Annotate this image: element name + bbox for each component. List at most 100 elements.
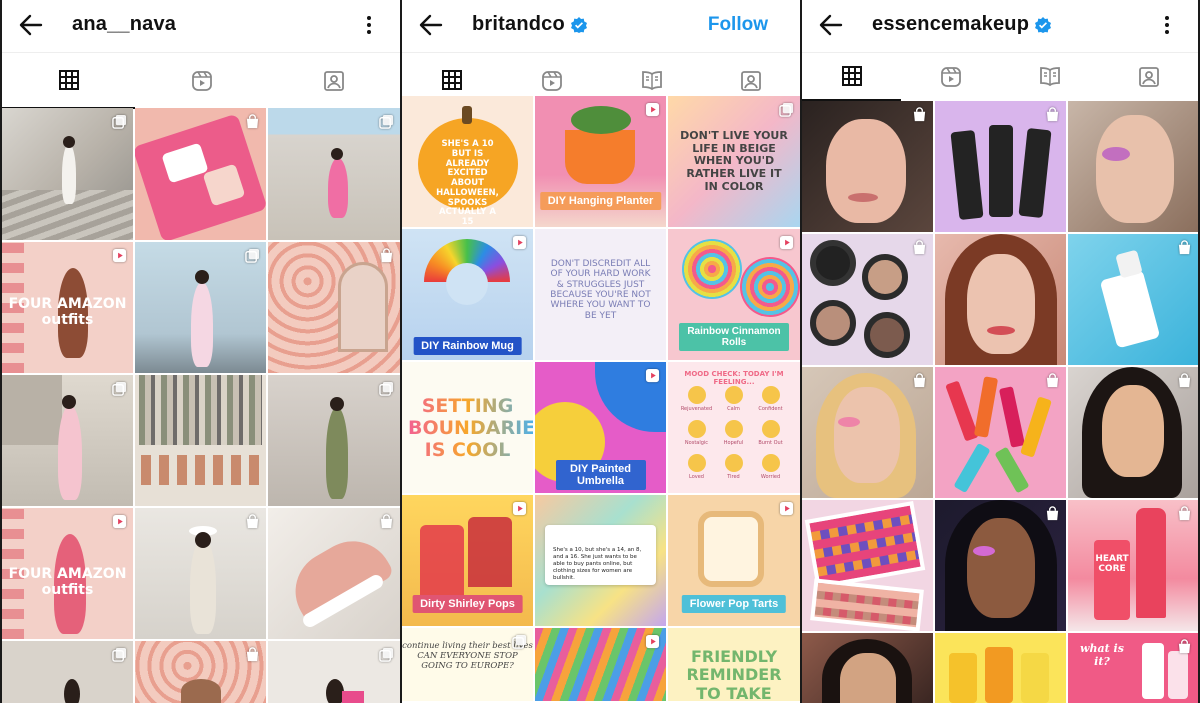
tab-reels[interactable]: [135, 53, 268, 109]
shopping-bag-icon: [1177, 240, 1192, 255]
follow-button[interactable]: Follow: [708, 14, 768, 36]
verified-badge-icon: [1035, 16, 1052, 33]
post-thumbnail[interactable]: HEART CORE: [1068, 500, 1198, 631]
emoji-face-icon: [687, 454, 706, 472]
profile-username: britandco: [472, 13, 587, 36]
post-thumbnail[interactable]: FOUR AMAZON outfits: [2, 242, 133, 373]
posts-grid: SHE'S A 10 BUT IS ALREADY EXCITED ABOUT …: [402, 96, 800, 703]
post-thumbnail[interactable]: [135, 108, 266, 240]
reel-badge-icon: [112, 514, 127, 529]
post-thumbnail[interactable]: [935, 633, 1066, 703]
post-title-label: Rainbow Cinnamon Rolls: [679, 323, 789, 351]
post-thumbnail[interactable]: [802, 500, 933, 631]
post-thumbnail[interactable]: DON'T LIVE YOUR LIFE IN BEIGE WHEN YOU'D…: [668, 96, 800, 227]
post-thumbnail[interactable]: DIY Rainbow Mug: [402, 229, 533, 360]
emoji-face-icon: [724, 420, 743, 438]
post-thumbnail[interactable]: [268, 641, 400, 703]
emoji-face-icon: [687, 420, 706, 438]
post-overlay-text: DON'T DISCREDIT ALL OF YOUR HARD WORK & …: [550, 259, 651, 321]
mood-label: Loved: [689, 474, 704, 480]
post-thumbnail[interactable]: [1068, 101, 1198, 232]
post-thumbnail[interactable]: SHE'S A 10 BUT IS ALREADY EXCITED ABOUT …: [402, 96, 533, 227]
post-thumbnail[interactable]: Dirty Shirley Pops: [402, 495, 533, 626]
post-thumbnail[interactable]: DON'T DISCREDIT ALL OF YOUR HARD WORK & …: [535, 229, 666, 360]
shopping-bag-icon: [245, 647, 260, 662]
post-thumbnail[interactable]: [2, 108, 133, 240]
guides-icon: [1039, 67, 1060, 87]
post-thumbnail[interactable]: what is it?: [1068, 633, 1198, 703]
post-thumbnail[interactable]: [802, 101, 933, 232]
back-arrow-icon[interactable]: [418, 12, 444, 38]
post-thumbnail[interactable]: Rainbow Cinnamon Rolls: [668, 229, 800, 360]
post-thumbnail[interactable]: [1068, 234, 1198, 365]
reel-badge-icon: [645, 634, 660, 649]
post-thumbnail[interactable]: [2, 375, 133, 506]
post-overlay-text: SETTING BOUNDARIES IS COOL: [402, 395, 533, 462]
mood-label: Hopeful: [723, 440, 744, 446]
verified-badge-icon: [570, 16, 587, 33]
mood-item: Calm: [715, 384, 752, 418]
emoji-face-icon: [687, 386, 706, 404]
post-thumbnail[interactable]: FRIENDLY REMINDER TO TAKE CARE: [668, 628, 800, 701]
post-thumbnail[interactable]: DIY Hanging Planter: [535, 96, 666, 227]
post-thumbnail[interactable]: [135, 641, 266, 703]
post-thumbnail[interactable]: [802, 367, 933, 498]
post-thumbnail[interactable]: [135, 242, 266, 373]
post-thumbnail[interactable]: [935, 101, 1066, 232]
mood-item: Rejuvenated: [678, 384, 715, 418]
shopping-bag-icon: [1045, 506, 1060, 521]
grid-icon: [841, 66, 862, 86]
post-title-label: Flower Pop Tarts: [681, 595, 787, 613]
tab-tagged[interactable]: [268, 53, 400, 109]
post-title-label: Dirty Shirley Pops: [412, 595, 523, 613]
profile-tabs: [802, 52, 1198, 101]
emoji-face-icon: [761, 386, 780, 404]
post-thumbnail[interactable]: [135, 508, 266, 639]
carousel-badge-icon: [112, 381, 127, 396]
shopping-bag-icon: [1177, 639, 1192, 654]
post-thumbnail[interactable]: Flower Pop Tarts: [668, 495, 800, 626]
post-thumbnail[interactable]: [268, 242, 400, 373]
mood-item: Worried: [752, 452, 789, 486]
tab-grid[interactable]: [2, 53, 135, 109]
shopping-bag-icon: [245, 114, 260, 129]
back-arrow-icon[interactable]: [818, 12, 844, 38]
post-thumbnail[interactable]: [535, 628, 666, 701]
mood-label: Calm: [727, 406, 740, 412]
more-options-icon[interactable]: [360, 14, 378, 36]
post-thumbnail[interactable]: [1068, 367, 1198, 498]
reels-icon: [191, 71, 212, 91]
post-thumbnail[interactable]: [802, 234, 933, 365]
shopping-bag-icon: [912, 240, 927, 255]
reel-badge-icon: [645, 368, 660, 383]
profile-username: essencemakeup: [872, 13, 1052, 36]
post-thumbnail[interactable]: [135, 375, 266, 506]
post-thumbnail[interactable]: DIY Painted Umbrella: [535, 362, 666, 493]
post-thumbnail[interactable]: [268, 108, 400, 240]
post-thumbnail[interactable]: MOOD CHECK: TODAY I'M FEELING... Rejuven…: [668, 362, 800, 493]
post-thumbnail[interactable]: continue living their best lives CAN EVE…: [402, 628, 533, 701]
post-thumbnail[interactable]: [268, 375, 400, 506]
tab-grid[interactable]: [802, 53, 901, 101]
mood-grid: Rejuvenated Calm Confident Nostalgic Hopeful…: [678, 384, 790, 488]
tab-guides[interactable]: [1000, 53, 1099, 101]
post-thumbnail[interactable]: [935, 234, 1066, 365]
post-thumbnail[interactable]: [935, 500, 1066, 631]
tagged-icon: [1138, 67, 1159, 87]
post-thumbnail[interactable]: [802, 633, 933, 703]
back-arrow-icon[interactable]: [18, 12, 44, 38]
tab-tagged[interactable]: [1099, 53, 1198, 101]
tab-reels[interactable]: [901, 53, 1000, 101]
post-thumbnail[interactable]: [268, 508, 400, 639]
more-options-icon[interactable]: [1158, 14, 1176, 36]
post-thumbnail[interactable]: [935, 367, 1066, 498]
carousel-badge-icon: [379, 647, 394, 662]
post-thumbnail[interactable]: She's a 10, but she's a 14, an 8, and a …: [535, 495, 666, 626]
post-thumbnail[interactable]: SETTING BOUNDARIES IS COOL: [402, 362, 533, 493]
emoji-face-icon: [761, 420, 780, 438]
mood-label: Confident: [758, 406, 783, 412]
post-thumbnail[interactable]: FOUR AMAZON outfits: [2, 508, 133, 639]
post-overlay-text: what is it?: [1080, 642, 1124, 668]
post-thumbnail[interactable]: [2, 641, 133, 703]
post-overlay-text: FOUR AMAZON outfits: [8, 566, 127, 599]
